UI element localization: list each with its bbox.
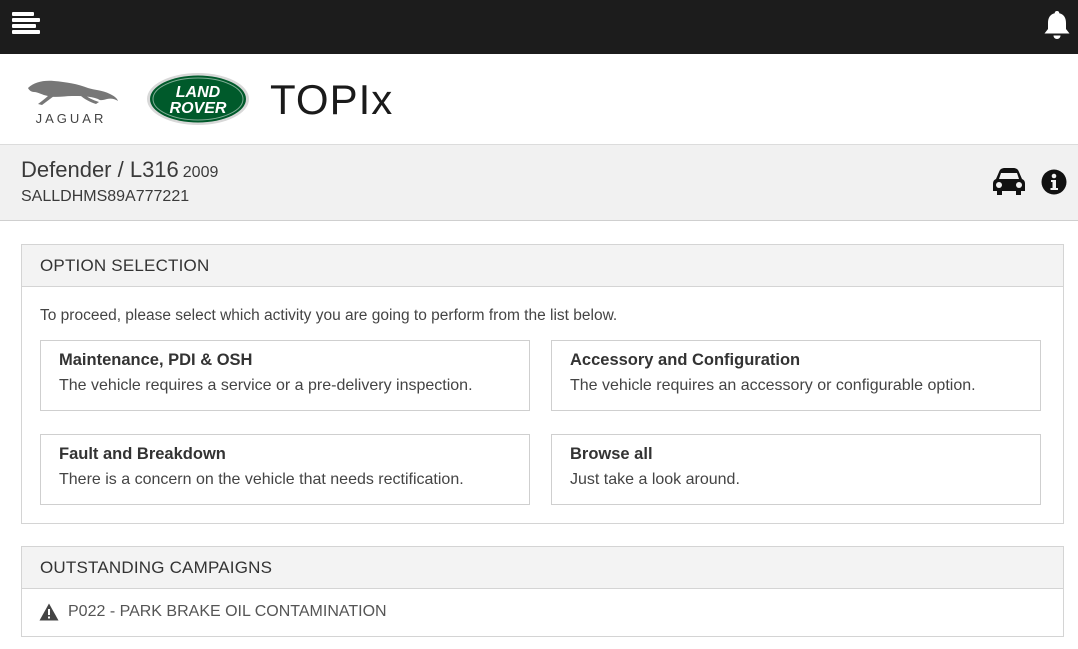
vehicle-year: 2009 bbox=[182, 164, 219, 181]
option-accessory-configuration[interactable]: Accessory and Configuration The vehicle … bbox=[551, 340, 1041, 411]
brand-bar: JAGUAR LAND ROVER TOPIx bbox=[0, 54, 1078, 145]
option-fault-breakdown[interactable]: Fault and Breakdown There is a concern o… bbox=[40, 434, 530, 505]
topix-wordmark: TOPIx bbox=[270, 76, 393, 123]
outstanding-campaigns-panel: OUTSTANDING CAMPAIGNS P022 - PARK BRAKE … bbox=[21, 546, 1064, 637]
option-title: Browse all bbox=[570, 445, 653, 463]
campaign-item[interactable]: P022 - PARK BRAKE OIL CONTAMINATION bbox=[22, 589, 1063, 636]
vehicle-title: Defender / L316 2009 bbox=[21, 157, 218, 183]
bell-icon[interactable] bbox=[1040, 8, 1074, 42]
land-rover-line1: LAND bbox=[176, 84, 221, 101]
outstanding-campaigns-header: OUTSTANDING CAMPAIGNS bbox=[22, 547, 1063, 589]
option-title: Fault and Breakdown bbox=[59, 445, 226, 463]
warning-icon bbox=[39, 603, 59, 621]
jaguar-logo: JAGUAR bbox=[20, 74, 122, 126]
jaguar-wordmark: JAGUAR bbox=[35, 111, 107, 126]
option-description: The vehicle requires an accessory or con… bbox=[570, 377, 976, 394]
land-rover-logo: LAND ROVER bbox=[146, 72, 250, 126]
vehicle-vin: SALLDHMS89A777221 bbox=[21, 188, 190, 205]
info-icon[interactable] bbox=[1041, 169, 1067, 195]
option-description: The vehicle requires a service or a pre-… bbox=[59, 377, 473, 394]
land-rover-line2: ROVER bbox=[170, 100, 227, 117]
option-browse-all[interactable]: Browse all Just take a look around. bbox=[551, 434, 1041, 505]
option-title: Accessory and Configuration bbox=[570, 351, 801, 369]
option-selection-intro: To proceed, please select which activity… bbox=[40, 307, 618, 324]
option-description: Just take a look around. bbox=[570, 471, 740, 488]
vehicle-model: Defender / L316 bbox=[21, 157, 179, 182]
top-bar bbox=[0, 0, 1078, 54]
option-selection-header: OPTION SELECTION bbox=[22, 245, 1063, 287]
hamburger-menu-icon[interactable] bbox=[12, 12, 42, 38]
option-title: Maintenance, PDI & OSH bbox=[59, 351, 253, 369]
car-icon[interactable] bbox=[991, 166, 1027, 198]
topix-logo: TOPIx bbox=[270, 70, 450, 130]
option-selection-panel: OPTION SELECTION To proceed, please sele… bbox=[21, 244, 1064, 524]
option-maintenance-pdi-osh[interactable]: Maintenance, PDI & OSH The vehicle requi… bbox=[40, 340, 530, 411]
option-description: There is a concern on the vehicle that n… bbox=[59, 471, 464, 488]
campaign-text: P022 - PARK BRAKE OIL CONTAMINATION bbox=[68, 603, 387, 620]
vehicle-summary-bar: Defender / L316 2009 SALLDHMS89A777221 bbox=[0, 145, 1078, 221]
